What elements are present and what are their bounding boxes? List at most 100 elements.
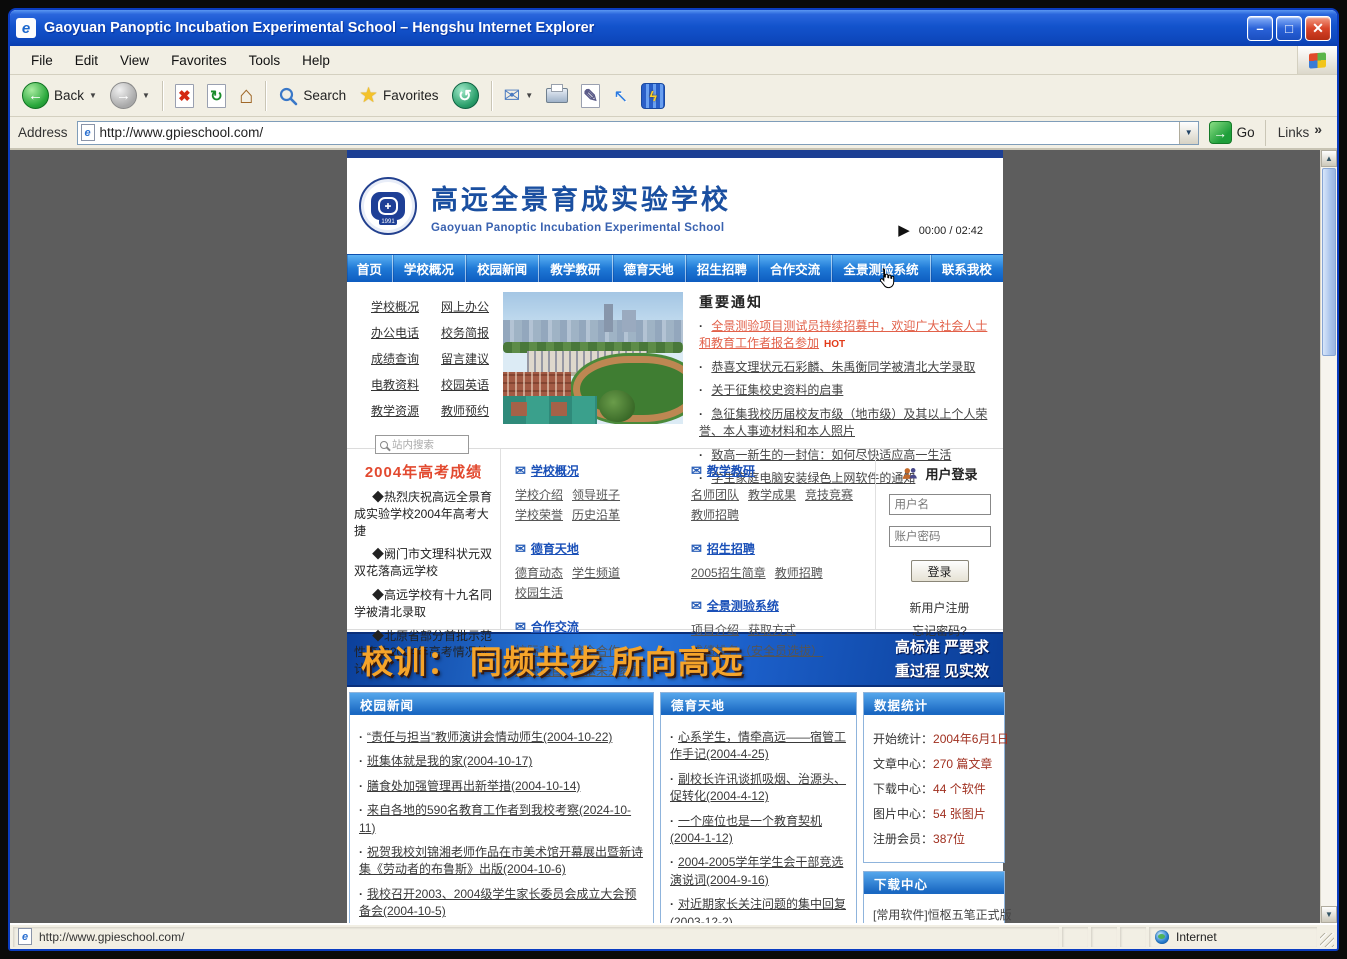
category-link[interactable]: 历史沿革 [572,508,620,522]
edit-button[interactable]: ✎ [575,80,606,112]
nav-item[interactable]: 教学教研 [539,255,613,282]
category-link[interactable]: 2005招生简章 [691,566,766,580]
scrollbar-thumb[interactable] [1322,168,1336,356]
mail-button[interactable]: ✉ ▼ [498,82,540,110]
category-link[interactable]: 项目介绍 [691,623,739,637]
notice-link[interactable]: 恭喜文理状元石彩麟、朱禹衡同学被清北大学录取 [711,360,975,374]
quick-link[interactable]: 校园英语 [441,376,503,393]
news-link[interactable]: 来自各地的590名教育工作者到我校考察(2024-10-11) [359,803,631,834]
category-title-link[interactable]: 教学教研 [707,462,755,479]
resize-grip[interactable] [1320,933,1334,947]
close-button[interactable]: ✕ [1305,15,1331,41]
nav-item[interactable]: 首页 [347,255,393,282]
menu-item[interactable]: File [20,49,64,72]
quick-link[interactable]: 办公电话 [371,324,433,341]
category-link[interactable]: 获取方式 [748,623,796,637]
vertical-scrollbar[interactable]: ▲ ▼ [1320,150,1337,923]
category-link[interactable]: 领导班子 [572,488,620,502]
news-link[interactable]: 班集体就是我的家(2004-10-17) [367,754,532,768]
category-title-link[interactable]: 招生招聘 [707,540,755,557]
back-dropdown-icon[interactable]: ▼ [89,91,97,100]
category-link[interactable]: 学生频道 [572,566,620,580]
moral-education-box: 德育天地 心系学生，情牵高远——宿管工作手记(2004-4-25) 副校长许讯谈抓… [660,692,857,923]
category-link[interactable]: 教学成果 [748,488,796,502]
nav-item[interactable]: 学校概况 [393,255,467,282]
discuss-button[interactable]: ↖ [607,83,634,109]
refresh-button[interactable]: ↻ [201,80,232,112]
menu-item[interactable]: Edit [64,49,109,72]
register-link[interactable]: 新用户注册 [884,597,995,620]
menu-item[interactable]: Tools [238,49,292,72]
quick-link[interactable]: 教师预约 [441,402,503,419]
home-button[interactable]: ⌂ [233,80,260,112]
maximize-button[interactable]: □ [1276,15,1302,41]
nav-item[interactable]: 全景测验系统 [832,255,931,282]
category-link[interactable]: 学校荣誉 [515,508,563,522]
login-button[interactable]: 登录 [910,560,969,582]
window-titlebar[interactable]: e Gaoyuan Panoptic Incubation Experiment… [10,10,1337,46]
notice-link[interactable]: 急征集我校历届校友市级（地市级）及其以上个人荣誉、本人事迹材料和本人照片 [699,407,987,438]
menu-item[interactable]: Favorites [160,49,238,72]
download-link[interactable]: [常用软件]恒枢五笔正式版 [873,908,1012,922]
links-toolbar[interactable]: Links [1264,119,1332,146]
minimize-button[interactable]: – [1247,15,1273,41]
moral-link[interactable]: 一个座位也是一个教育契机(2004-1-12) [670,814,822,845]
category-link[interactable]: 教师招聘 [691,508,739,522]
scroll-down-icon[interactable]: ▼ [1321,906,1337,923]
nav-item[interactable]: 招生招聘 [686,255,759,282]
forward-button[interactable]: → ▼ [104,78,156,113]
moral-link[interactable]: 心系学生，情牵高远——宿管工作手记(2004-4-25) [670,730,846,761]
menu-item[interactable]: Help [291,49,341,72]
quick-link[interactable]: 留言建议 [441,350,503,367]
favorites-button[interactable]: ★ Favorites [353,81,444,110]
media-bar-button[interactable] [635,79,671,113]
category-link[interactable]: 教师招聘 [775,566,823,580]
news-link[interactable]: 祝贺我校刘锦湘老师作品在市美术馆开幕展出暨新诗集《劳动者的布鲁斯》出版(2004… [359,845,643,876]
password-field[interactable] [888,526,991,547]
go-button[interactable]: → Go [1205,121,1259,144]
quick-link[interactable]: 电教资料 [371,376,433,393]
category-link[interactable]: 竞技竞赛 [805,488,853,502]
address-field[interactable]: e ▼ [76,120,1199,145]
nav-item[interactable]: 合作交流 [759,255,833,282]
forward-dropdown-icon[interactable]: ▼ [142,91,150,100]
quick-link[interactable]: 网上办公 [441,298,503,315]
scroll-up-icon[interactable]: ▲ [1321,150,1337,167]
quick-link[interactable]: 成绩查询 [371,350,433,367]
back-button[interactable]: ← Back ▼ [16,78,103,113]
envelope-icon: ✉ [691,463,702,478]
nav-item[interactable]: 联系我校 [931,255,1003,282]
moral-link[interactable]: 对近期家长关注问题的集中回复(2003-12-2) [670,897,846,923]
mail-dropdown-icon[interactable]: ▼ [525,91,533,100]
category-title-link[interactable]: 合作交流 [531,618,579,635]
address-input[interactable] [99,125,1174,140]
category-links: 学校介绍 领导班子学校荣誉 历史沿革 [515,485,671,526]
notice-link[interactable]: 关于征集校史资料的启事 [711,383,843,397]
category-title-link[interactable]: 学校概况 [531,462,579,479]
category-title-link[interactable]: 全景测验系统 [707,597,779,614]
nav-item[interactable]: 校园新闻 [466,255,540,282]
category-link[interactable]: 德育动态 [515,566,563,580]
address-dropdown-icon[interactable]: ▼ [1178,121,1198,144]
print-button[interactable] [540,84,574,107]
moral-link[interactable]: 2004-2005学年学生会干部竞选演说词(2004-9-16) [670,855,843,886]
history-button[interactable]: ↺ [446,78,485,113]
category-link[interactable]: 学校介绍 [515,488,563,502]
windows-brand-area [1297,46,1337,74]
quick-link[interactable]: 学校概况 [371,298,433,315]
category-link[interactable]: 校园生活 [515,586,563,600]
quick-link[interactable]: 教学资源 [371,402,433,419]
news-link[interactable]: 我校召开2003、2004级学生家长委员会成立大会预备会(2004-10-5) [359,887,636,918]
news-link[interactable]: “责任与担当”教师演讲会情动师生(2004-10-22) [367,730,612,744]
nav-item[interactable]: 德育天地 [613,255,686,282]
play-icon[interactable]: ▶ [898,223,910,238]
menu-item[interactable]: View [109,49,160,72]
stop-button[interactable]: ✖ [169,80,200,112]
quick-link[interactable]: 校务简报 [441,324,503,341]
news-link[interactable]: 膳食处加强管理再出新举措(2004-10-14) [367,779,580,793]
search-button[interactable]: Search [272,82,352,110]
username-field[interactable] [888,494,991,515]
category-title-link[interactable]: 德育天地 [531,540,579,557]
category-link[interactable]: 名师团队 [691,488,739,502]
moral-link[interactable]: 副校长许讯谈抓吸烟、治源头、促转化(2004-4-12) [670,772,846,803]
